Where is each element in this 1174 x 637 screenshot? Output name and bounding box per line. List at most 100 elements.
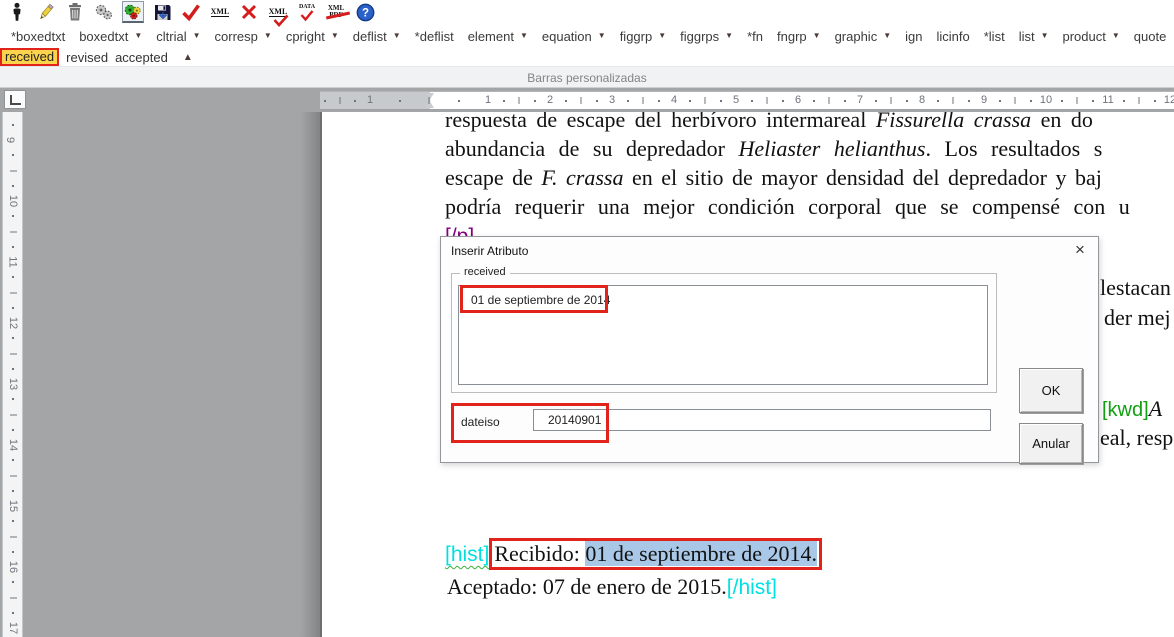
validate-check-icon[interactable] [180, 1, 202, 23]
ruler-tick [689, 100, 691, 102]
tag-button[interactable]: equation ▼ [535, 27, 613, 46]
horizontal-ruler[interactable]: 21123456789101112 [320, 91, 1174, 110]
ok-button[interactable]: OK [1019, 368, 1083, 413]
tag-button[interactable]: *fn [740, 27, 770, 46]
ruler-tick [1061, 100, 1063, 102]
tag-button[interactable]: *boxedtxt [4, 27, 72, 46]
person-icon[interactable] [6, 1, 28, 23]
ruler-tick [596, 100, 598, 102]
run-settings-icon[interactable] [122, 1, 144, 23]
save-icon[interactable] [151, 1, 173, 23]
data-check-icon[interactable]: DATA [296, 1, 318, 23]
dropdown-arrow-icon[interactable]: ▼ [134, 32, 142, 40]
keyword-tag-fragment: [kwd]A [1102, 396, 1162, 422]
tag-button[interactable]: quote [1127, 27, 1174, 46]
tag-button[interactable]: *list [977, 27, 1012, 46]
tag-button[interactable]: corresp ▼ [208, 27, 279, 46]
ruler-number: 9 [4, 137, 16, 143]
help-icon[interactable]: ? [354, 1, 376, 23]
ruler-tick [891, 97, 892, 104]
ruler-row: 21123456789101112 [0, 88, 1174, 112]
tab-stop-selector[interactable] [4, 90, 26, 109]
tag-button[interactable]: *deflist [408, 27, 461, 46]
ruler-tick [10, 353, 17, 354]
ruler-tick [782, 100, 784, 102]
dropdown-arrow-icon[interactable]: ▼ [813, 32, 821, 40]
tab-left-icon [10, 95, 21, 105]
dropdown-arrow-icon[interactable]: ▼ [264, 32, 272, 40]
dropdown-arrow-icon[interactable]: ▼ [520, 32, 528, 40]
tag-button[interactable]: graphic ▼ [828, 27, 899, 46]
collapse-arrow-icon[interactable]: ▲ [183, 52, 193, 63]
ruler-number: 4 [671, 94, 677, 106]
tag-button-label: list [1019, 29, 1035, 44]
gears-icon[interactable] [93, 1, 115, 23]
toolbar-icons-row: XML XML DATA XML PDF ? [0, 0, 1174, 24]
ruler-number: 11 [7, 256, 19, 267]
dropdown-arrow-icon[interactable]: ▼ [598, 32, 606, 40]
ruler-tick [813, 100, 815, 102]
close-icon[interactable]: × [1070, 240, 1090, 260]
vertical-ruler[interactable]: 91011121314151617 [2, 112, 23, 637]
xml-validate-icon[interactable]: XML [267, 1, 289, 23]
ruler-tick [12, 459, 14, 461]
dropdown-arrow-icon[interactable]: ▼ [331, 32, 339, 40]
ruler-tick [12, 368, 14, 370]
ruler-number: 8 [919, 94, 925, 106]
cancel-button[interactable]: Anular [1019, 423, 1083, 464]
tag-button[interactable]: cpright ▼ [279, 27, 346, 46]
insert-attribute-dialog: Inserir Atributo × received 01 de septie… [440, 236, 1099, 463]
dropdown-arrow-icon[interactable]: ▼ [393, 32, 401, 40]
document-line: abundancia de su depredador Heliaster he… [445, 134, 1130, 163]
ruler-tick [937, 100, 939, 102]
tag-button[interactable]: element ▼ [461, 27, 535, 46]
ruler-tick [12, 520, 14, 522]
tag-button[interactable]: ign [898, 27, 929, 46]
ruler-tick [875, 100, 877, 102]
ruler-tick [519, 97, 520, 104]
tag-button[interactable]: boxedtxt ▼ [72, 27, 149, 46]
ruler-tick [906, 100, 908, 102]
tag-button-label: *boxedtxt [11, 29, 65, 44]
dropdown-arrow-icon[interactable]: ▼ [883, 32, 891, 40]
received-button[interactable]: received [0, 48, 59, 66]
delete-x-icon[interactable] [238, 1, 260, 23]
ruler-tick [953, 97, 954, 104]
ruler-number: 12 [7, 317, 19, 329]
document-workspace: 91011121314151617 respuesta de escape de… [0, 112, 1174, 637]
tag-button[interactable]: product ▼ [1056, 27, 1127, 46]
accepted-button[interactable]: accepted [115, 50, 168, 65]
tag-button[interactable]: list ▼ [1012, 27, 1056, 46]
history-received-line: [hist]Recibido: 01 de septiembre de 2014… [445, 538, 822, 570]
ruler-tick [10, 536, 17, 537]
trash-icon[interactable] [64, 1, 86, 23]
ruler-number: 12 [1164, 94, 1174, 106]
dropdown-arrow-icon[interactable]: ▼ [1112, 32, 1120, 40]
ruler-tick [12, 154, 14, 156]
tag-button[interactable]: figgrp ▼ [613, 27, 673, 46]
tag-button[interactable]: licinfo [929, 27, 976, 46]
tag-button-label: corresp [215, 29, 258, 44]
tag-button[interactable]: deflist ▼ [346, 27, 408, 46]
tag-button[interactable]: cltrial ▼ [149, 27, 207, 46]
ruler-tick [503, 100, 505, 102]
ruler-number: 7 [857, 94, 863, 106]
dropdown-arrow-icon[interactable]: ▼ [1041, 32, 1049, 40]
tag-button[interactable]: figgrps ▼ [673, 27, 740, 46]
tag-button-label: figgrp [620, 29, 653, 44]
ruler-tick [10, 475, 17, 476]
ruler-tick [1092, 100, 1094, 102]
ruler-tick [10, 414, 17, 415]
ruler-number: 10 [7, 195, 19, 207]
dropdown-arrow-icon[interactable]: ▼ [725, 32, 733, 40]
dropdown-arrow-icon[interactable]: ▼ [193, 32, 201, 40]
xml-pdf-icon[interactable]: XML PDF [325, 1, 347, 23]
ruler-tick [1015, 97, 1016, 104]
tag-button-label: cltrial [156, 29, 186, 44]
pencil-icon[interactable] [35, 1, 57, 23]
revised-button[interactable]: revised [66, 50, 108, 65]
xml-icon[interactable]: XML [209, 1, 231, 23]
dropdown-arrow-icon[interactable]: ▼ [658, 32, 666, 40]
tag-button[interactable]: fngrp ▼ [770, 27, 828, 46]
history-accepted-line: Aceptado: 07 de enero de 2015.[/hist] [447, 574, 777, 600]
